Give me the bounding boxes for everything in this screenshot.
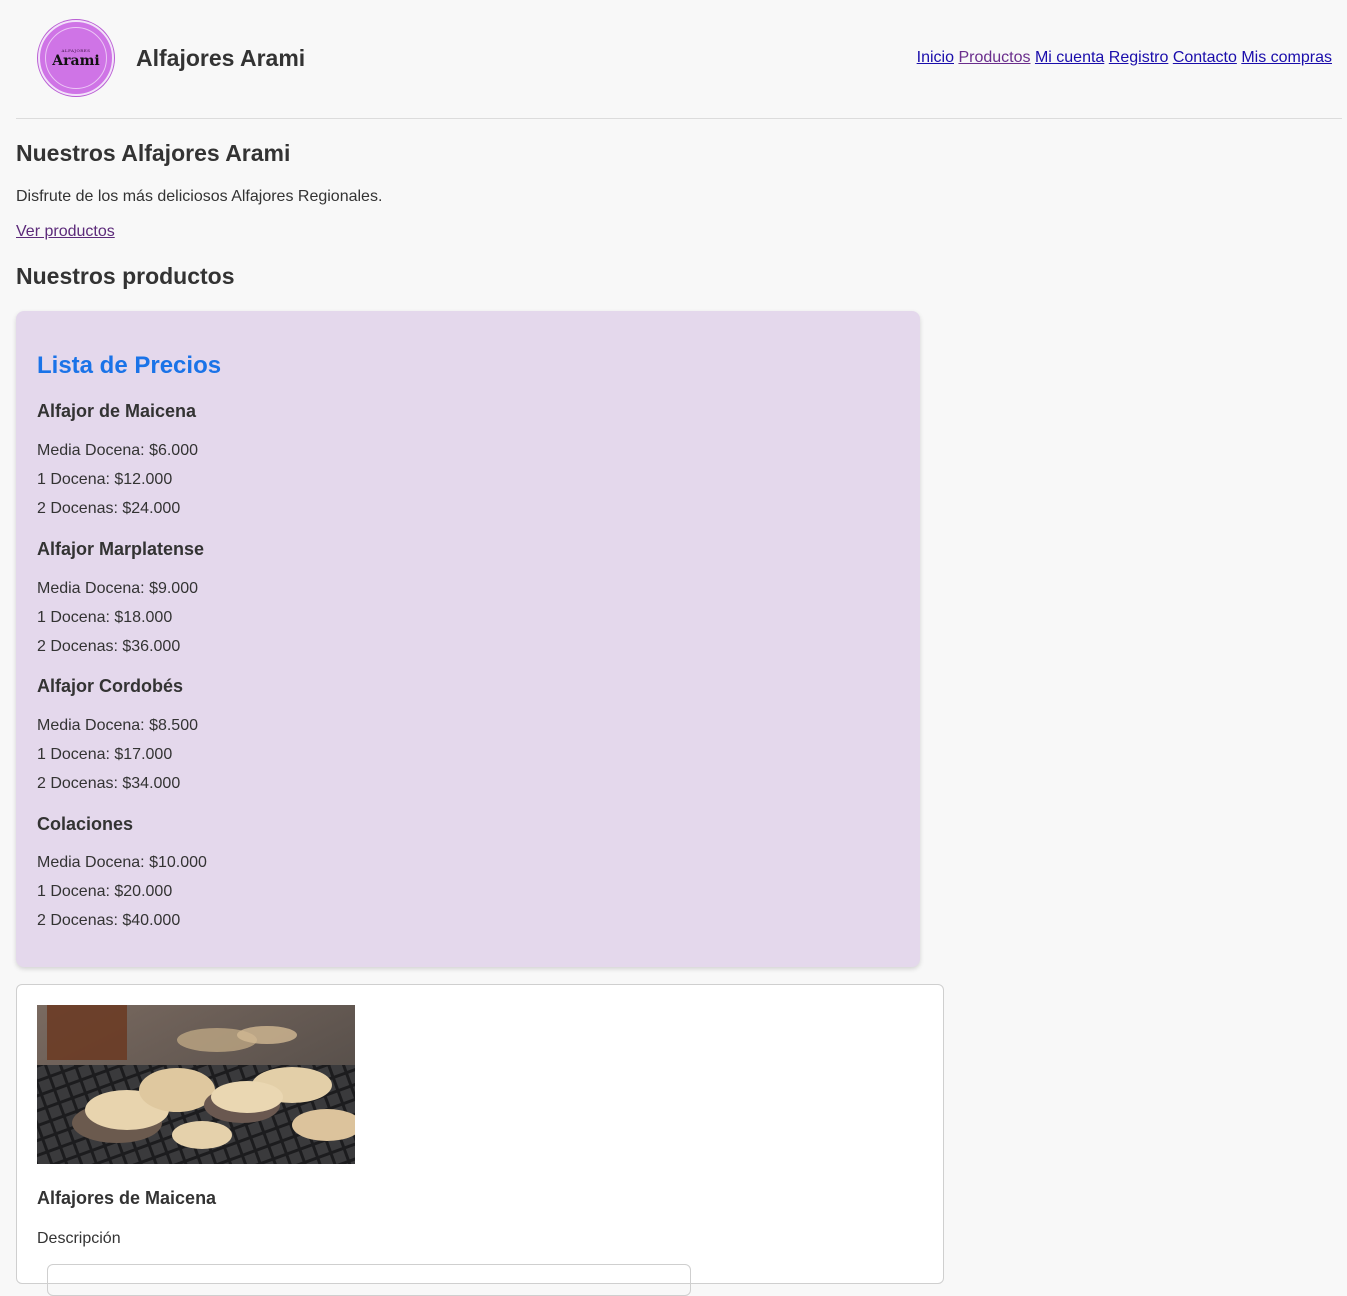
- product-description-label: Descripción: [37, 1230, 121, 1247]
- product-description-box: [47, 1264, 691, 1296]
- price-line: Media Docena: $8.500: [37, 717, 198, 734]
- products-section-title: Nuestros productos: [16, 263, 235, 289]
- price-line: 1 Docena: $12.000: [37, 471, 173, 488]
- product-title: Alfajores de Maicena: [37, 1188, 217, 1208]
- site-header: ALFAJORES Arami Alfajores Arami Inicio P…: [16, 0, 1342, 119]
- price-line: 2 Docenas: $24.000: [37, 500, 181, 517]
- alfajores-photo: [37, 1005, 355, 1164]
- price-line: 1 Docena: $20.000: [37, 883, 173, 900]
- price-product-name: Alfajor de Maicena: [37, 401, 197, 421]
- price-line: Media Docena: $10.000: [37, 854, 207, 871]
- price-list-title: Lista de Precios: [37, 352, 222, 379]
- nav-link-mi-cuenta[interactable]: Mi cuenta: [1035, 49, 1104, 66]
- site-title: Alfajores Arami: [136, 45, 306, 71]
- alfajores-photo-drawing: [37, 1005, 355, 1164]
- price-product-name: Colaciones: [37, 814, 134, 834]
- price-product-name: Alfajor Marplatense: [37, 539, 205, 559]
- price-line: 1 Docena: $17.000: [37, 746, 173, 763]
- hero-subtitle: Disfrute de los más deliciosos Alfajores…: [16, 188, 383, 205]
- logo[interactable]: ALFAJORES Arami: [38, 20, 114, 96]
- main-nav: Inicio Productos Mi cuenta Registro Cont…: [917, 49, 1332, 67]
- price-line: Media Docena: $9.000: [37, 580, 198, 597]
- hero-title: Nuestros Alfajores Arami: [16, 140, 291, 166]
- price-list-card: Lista de Precios Alfajor de Maicena Medi…: [16, 311, 920, 967]
- nav-link-registro[interactable]: Registro: [1109, 49, 1169, 66]
- price-line: 2 Docenas: $34.000: [37, 775, 181, 792]
- logo-ring: [45, 27, 107, 89]
- product-card: Alfajores de Maicena Descripción: [16, 984, 944, 1296]
- nav-link-productos[interactable]: Productos: [958, 49, 1030, 66]
- nav-link-mis-compras[interactable]: Mis compras: [1241, 49, 1332, 66]
- price-line: 2 Docenas: $40.000: [37, 912, 181, 929]
- nav-link-inicio[interactable]: Inicio: [917, 49, 954, 66]
- price-line: 2 Docenas: $36.000: [37, 638, 181, 655]
- nav-link-contacto[interactable]: Contacto: [1173, 49, 1237, 66]
- price-line: Media Docena: $6.000: [37, 442, 198, 459]
- ver-productos-link[interactable]: Ver productos: [16, 223, 115, 241]
- price-product-name: Alfajor Cordobés: [37, 676, 184, 696]
- price-line: 1 Docena: $18.000: [37, 609, 173, 626]
